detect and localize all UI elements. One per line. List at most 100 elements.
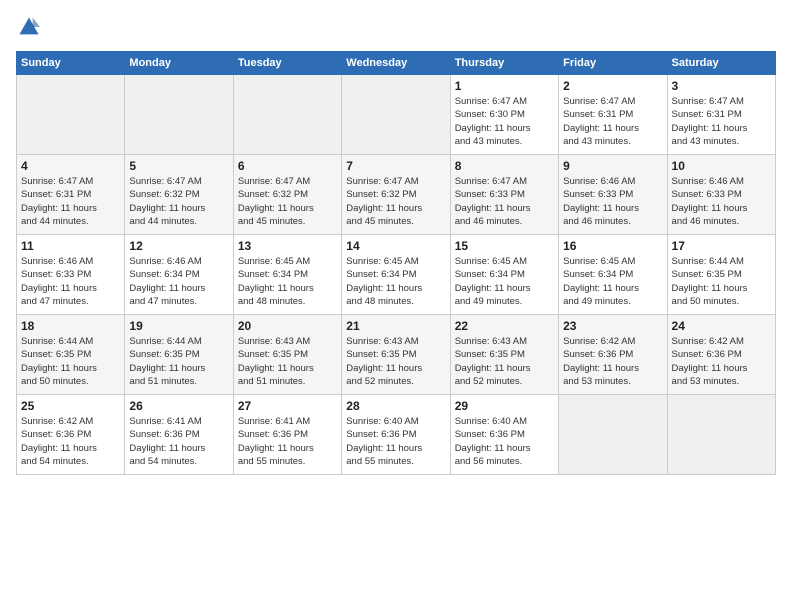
day-number: 6 xyxy=(238,159,337,173)
day-info: Sunrise: 6:41 AMSunset: 6:36 PMDaylight:… xyxy=(129,415,228,468)
calendar-cell: 14 Sunrise: 6:45 AMSunset: 6:34 PMDayligh… xyxy=(342,235,450,315)
calendar-cell xyxy=(667,395,775,475)
calendar-cell: 23 Sunrise: 6:42 AMSunset: 6:36 PMDayligh… xyxy=(559,315,667,395)
calendar-cell: 9 Sunrise: 6:46 AMSunset: 6:33 PMDaylight… xyxy=(559,155,667,235)
calendar-cell xyxy=(559,395,667,475)
calendar-cell: 29Sunrise: 6:40 AMSunset: 6:36 PMDayligh… xyxy=(450,395,558,475)
calendar-cell xyxy=(342,75,450,155)
page-header xyxy=(16,16,776,43)
logo-icon xyxy=(18,16,40,38)
day-info: Sunrise: 6:47 AMSunset: 6:33 PMDaylight:… xyxy=(455,175,554,228)
day-info: Sunrise: 6:45 AMSunset: 6:34 PMDaylight:… xyxy=(346,255,445,308)
day-number: 13 xyxy=(238,239,337,253)
calendar-cell: 3 Sunrise: 6:47 AMSunset: 6:31 PMDaylight… xyxy=(667,75,775,155)
day-number: 2 xyxy=(563,79,662,93)
calendar-week-2: 4 Sunrise: 6:47 AMSunset: 6:31 PMDaylight… xyxy=(17,155,776,235)
day-info: Sunrise: 6:44 AMSunset: 6:35 PMDaylight:… xyxy=(129,335,228,388)
calendar-cell: 18 Sunrise: 6:44 AMSunset: 6:35 PMDayligh… xyxy=(17,315,125,395)
day-number: 12 xyxy=(129,239,228,253)
calendar-cell xyxy=(233,75,341,155)
day-number: 18 xyxy=(21,319,120,333)
calendar-cell: 26Sunrise: 6:41 AMSunset: 6:36 PMDayligh… xyxy=(125,395,233,475)
day-number: 21 xyxy=(346,319,445,333)
calendar-header: SundayMondayTuesdayWednesdayThursdayFrid… xyxy=(17,52,776,75)
day-info: Sunrise: 6:42 AMSunset: 6:36 PMDaylight:… xyxy=(672,335,771,388)
day-number: 8 xyxy=(455,159,554,173)
day-info: Sunrise: 6:45 AMSunset: 6:34 PMDaylight:… xyxy=(455,255,554,308)
day-info: Sunrise: 6:45 AMSunset: 6:34 PMDaylight:… xyxy=(238,255,337,308)
calendar-cell: 5 Sunrise: 6:47 AMSunset: 6:32 PMDaylight… xyxy=(125,155,233,235)
logo xyxy=(16,16,44,43)
day-info: Sunrise: 6:42 AMSunset: 6:36 PMDaylight:… xyxy=(563,335,662,388)
day-number: 22 xyxy=(455,319,554,333)
calendar-cell: 20 Sunrise: 6:43 AMSunset: 6:35 PMDayligh… xyxy=(233,315,341,395)
day-info: Sunrise: 6:44 AMSunset: 6:35 PMDaylight:… xyxy=(672,255,771,308)
day-number: 16 xyxy=(563,239,662,253)
calendar-cell: 15 Sunrise: 6:45 AMSunset: 6:34 PMDayligh… xyxy=(450,235,558,315)
day-number: 25 xyxy=(21,399,120,413)
calendar-week-3: 11Sunrise: 6:46 AMSunset: 6:33 PMDayligh… xyxy=(17,235,776,315)
calendar-cell: 11Sunrise: 6:46 AMSunset: 6:33 PMDayligh… xyxy=(17,235,125,315)
calendar-cell: 25 Sunrise: 6:42 AMSunset: 6:36 PMDayligh… xyxy=(17,395,125,475)
calendar-cell: 4 Sunrise: 6:47 AMSunset: 6:31 PMDaylight… xyxy=(17,155,125,235)
day-info: Sunrise: 6:47 AMSunset: 6:31 PMDaylight:… xyxy=(563,95,662,148)
day-header-tuesday: Tuesday xyxy=(233,52,341,75)
day-header-saturday: Saturday xyxy=(667,52,775,75)
day-number: 9 xyxy=(563,159,662,173)
day-header-sunday: Sunday xyxy=(17,52,125,75)
day-number: 27 xyxy=(238,399,337,413)
calendar-cell: 1 Sunrise: 6:47 AMSunset: 6:30 PMDaylight… xyxy=(450,75,558,155)
day-info: Sunrise: 6:44 AMSunset: 6:35 PMDaylight:… xyxy=(21,335,120,388)
day-info: Sunrise: 6:46 AMSunset: 6:33 PMDaylight:… xyxy=(563,175,662,228)
calendar-cell: 17Sunrise: 6:44 AMSunset: 6:35 PMDayligh… xyxy=(667,235,775,315)
day-info: Sunrise: 6:47 AMSunset: 6:31 PMDaylight:… xyxy=(672,95,771,148)
calendar-cell: 27 Sunrise: 6:41 AMSunset: 6:36 PMDayligh… xyxy=(233,395,341,475)
day-number: 24 xyxy=(672,319,771,333)
day-number: 5 xyxy=(129,159,228,173)
day-number: 1 xyxy=(455,79,554,93)
day-number: 7 xyxy=(346,159,445,173)
day-info: Sunrise: 6:47 AMSunset: 6:32 PMDaylight:… xyxy=(238,175,337,228)
day-number: 11 xyxy=(21,239,120,253)
day-header-monday: Monday xyxy=(125,52,233,75)
day-info: Sunrise: 6:47 AMSunset: 6:31 PMDaylight:… xyxy=(21,175,120,228)
day-info: Sunrise: 6:40 AMSunset: 6:36 PMDaylight:… xyxy=(455,415,554,468)
calendar-cell: 21 Sunrise: 6:43 AMSunset: 6:35 PMDayligh… xyxy=(342,315,450,395)
calendar-cell: 13 Sunrise: 6:45 AMSunset: 6:34 PMDayligh… xyxy=(233,235,341,315)
day-number: 4 xyxy=(21,159,120,173)
day-number: 23 xyxy=(563,319,662,333)
day-info: Sunrise: 6:47 AMSunset: 6:30 PMDaylight:… xyxy=(455,95,554,148)
day-number: 14 xyxy=(346,239,445,253)
calendar-cell: 2 Sunrise: 6:47 AMSunset: 6:31 PMDaylight… xyxy=(559,75,667,155)
calendar-cell xyxy=(125,75,233,155)
day-info: Sunrise: 6:43 AMSunset: 6:35 PMDaylight:… xyxy=(238,335,337,388)
calendar-table: SundayMondayTuesdayWednesdayThursdayFrid… xyxy=(16,51,776,475)
day-info: Sunrise: 6:46 AMSunset: 6:34 PMDaylight:… xyxy=(129,255,228,308)
day-header-thursday: Thursday xyxy=(450,52,558,75)
day-info: Sunrise: 6:47 AMSunset: 6:32 PMDaylight:… xyxy=(346,175,445,228)
calendar-cell: 19 Sunrise: 6:44 AMSunset: 6:35 PMDayligh… xyxy=(125,315,233,395)
calendar-cell: 12 Sunrise: 6:46 AMSunset: 6:34 PMDayligh… xyxy=(125,235,233,315)
day-number: 28 xyxy=(346,399,445,413)
day-header-wednesday: Wednesday xyxy=(342,52,450,75)
day-info: Sunrise: 6:47 AMSunset: 6:32 PMDaylight:… xyxy=(129,175,228,228)
calendar-cell: 16 Sunrise: 6:45 AMSunset: 6:34 PMDayligh… xyxy=(559,235,667,315)
day-info: Sunrise: 6:42 AMSunset: 6:36 PMDaylight:… xyxy=(21,415,120,468)
day-number: 15 xyxy=(455,239,554,253)
calendar-cell: 22Sunrise: 6:43 AMSunset: 6:35 PMDayligh… xyxy=(450,315,558,395)
calendar-week-4: 18 Sunrise: 6:44 AMSunset: 6:35 PMDayligh… xyxy=(17,315,776,395)
day-info: Sunrise: 6:41 AMSunset: 6:36 PMDaylight:… xyxy=(238,415,337,468)
day-number: 20 xyxy=(238,319,337,333)
day-info: Sunrise: 6:43 AMSunset: 6:35 PMDaylight:… xyxy=(346,335,445,388)
calendar-cell: 28Sunrise: 6:40 AMSunset: 6:36 PMDayligh… xyxy=(342,395,450,475)
calendar-cell: 7 Sunrise: 6:47 AMSunset: 6:32 PMDaylight… xyxy=(342,155,450,235)
day-number: 19 xyxy=(129,319,228,333)
calendar-cell: 6 Sunrise: 6:47 AMSunset: 6:32 PMDaylight… xyxy=(233,155,341,235)
day-number: 10 xyxy=(672,159,771,173)
day-info: Sunrise: 6:45 AMSunset: 6:34 PMDaylight:… xyxy=(563,255,662,308)
calendar-cell: 10Sunrise: 6:46 AMSunset: 6:33 PMDayligh… xyxy=(667,155,775,235)
calendar-week-1: 1 Sunrise: 6:47 AMSunset: 6:30 PMDaylight… xyxy=(17,75,776,155)
calendar-week-5: 25 Sunrise: 6:42 AMSunset: 6:36 PMDayligh… xyxy=(17,395,776,475)
calendar-cell: 8 Sunrise: 6:47 AMSunset: 6:33 PMDaylight… xyxy=(450,155,558,235)
day-number: 3 xyxy=(672,79,771,93)
